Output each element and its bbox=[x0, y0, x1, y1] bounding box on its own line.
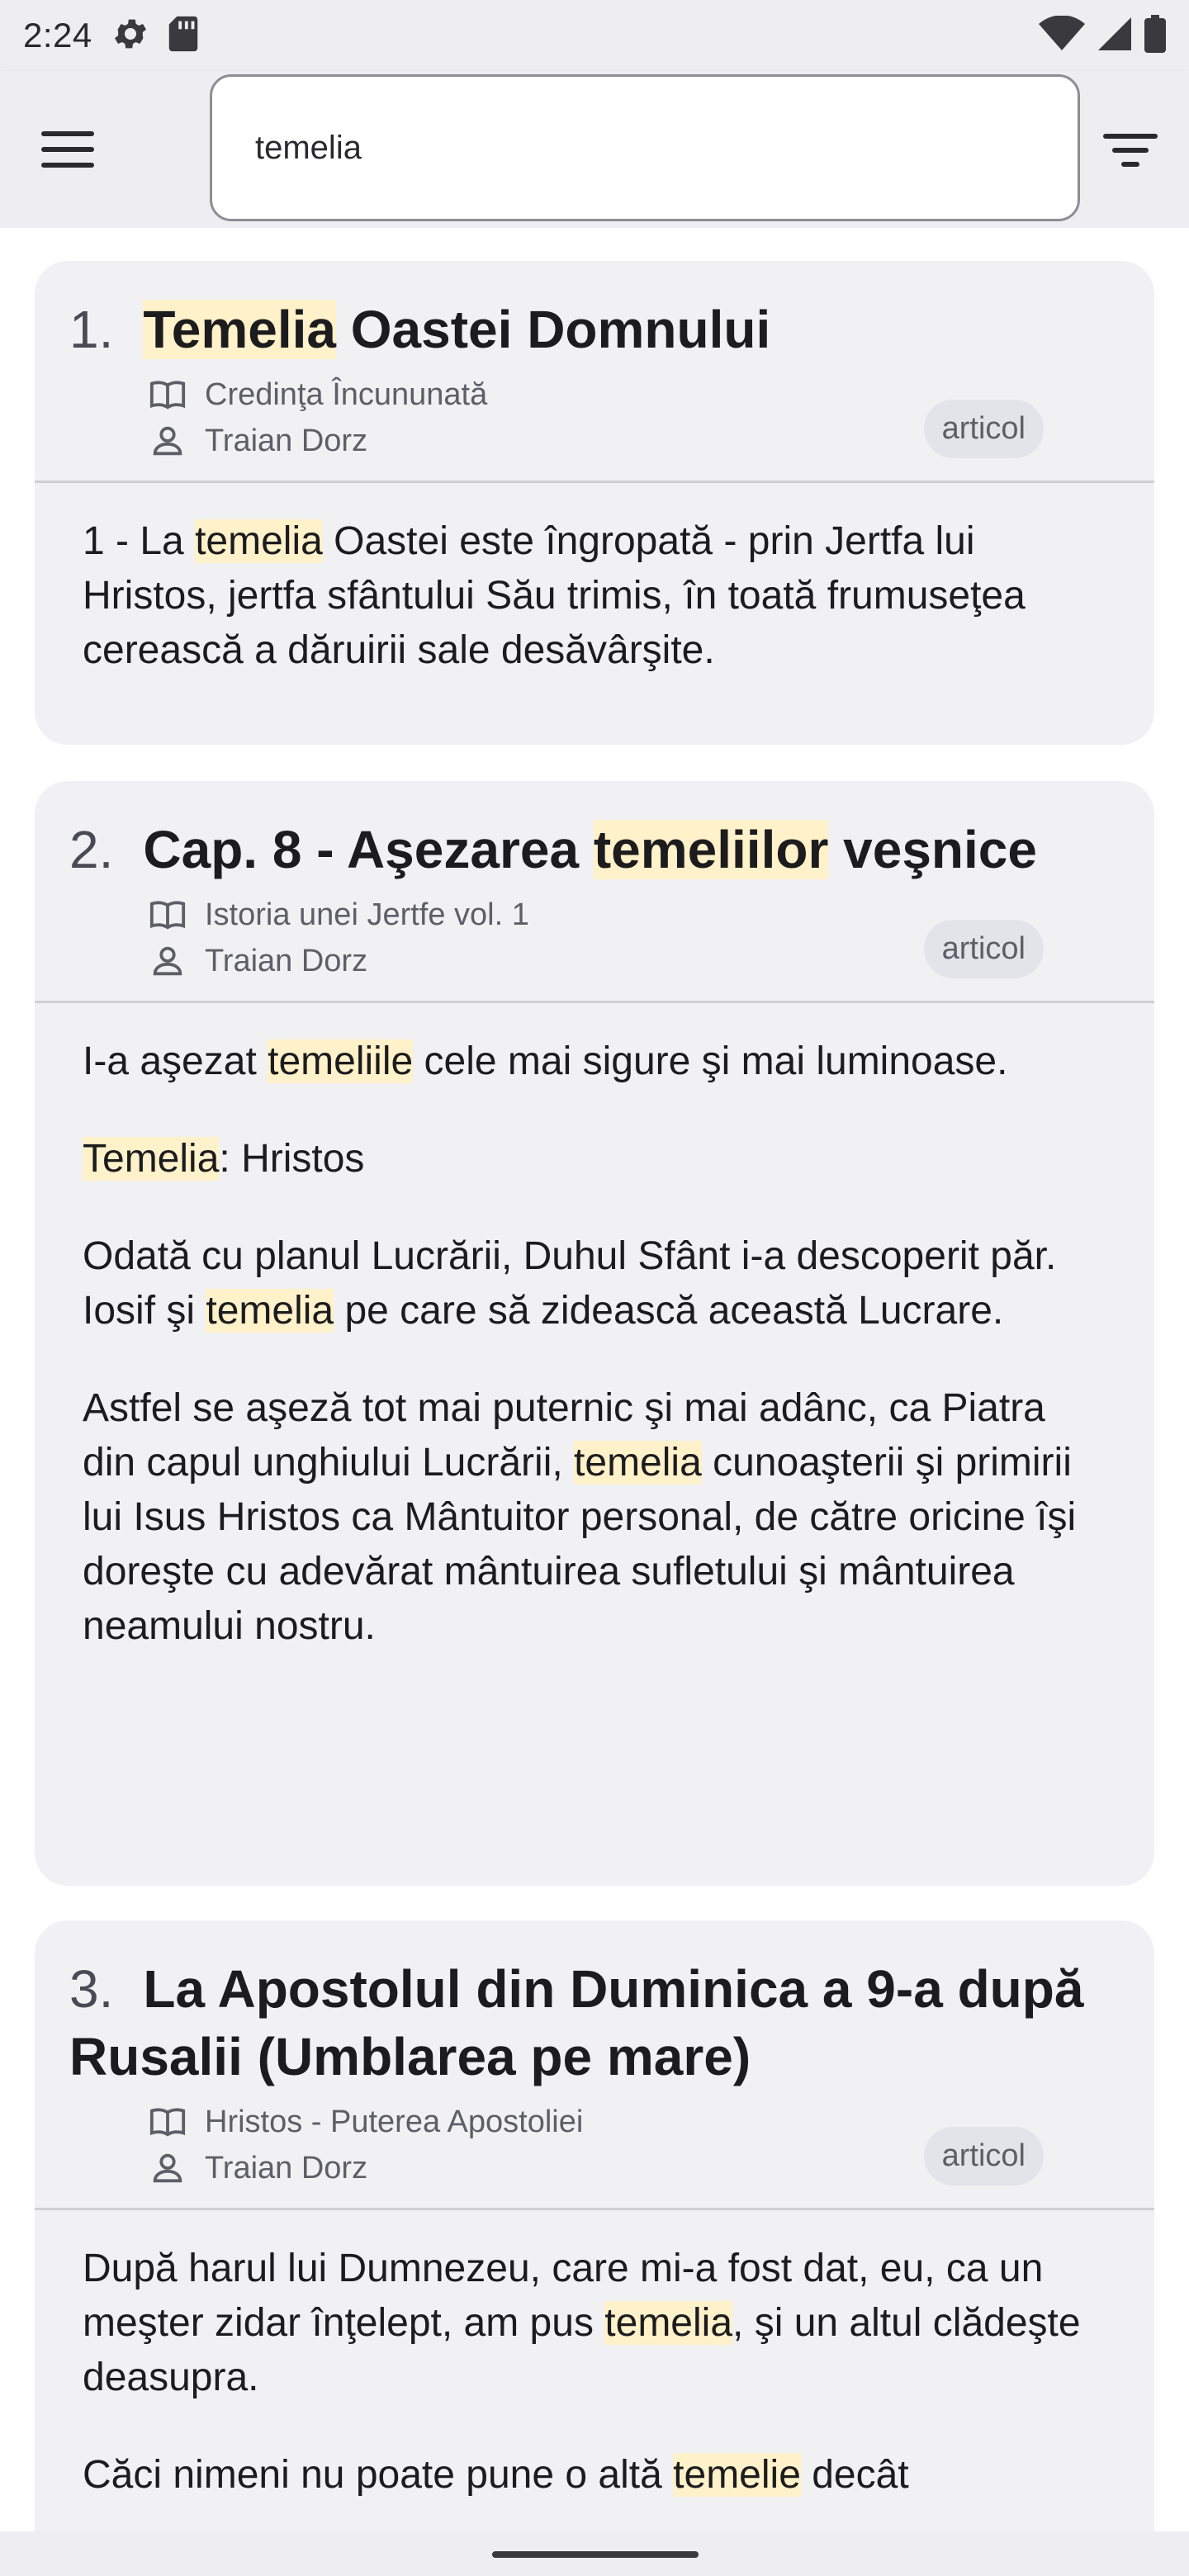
author-name: Traian Dorz bbox=[205, 423, 368, 458]
title-text: La Apostolul din Duminica a 9-a după Rus… bbox=[69, 1959, 1084, 2086]
result-header: 1. Temelia Oastei Domnului Credinţa Încun… bbox=[35, 261, 1154, 481]
search-field[interactable] bbox=[210, 74, 1080, 221]
search-input[interactable] bbox=[255, 129, 1012, 167]
status-bar: 2:24 bbox=[0, 0, 1189, 71]
type-badge: articol bbox=[923, 920, 1044, 978]
title-text: Cap. 8 - Aşezarea bbox=[143, 820, 594, 879]
result-number: 2. bbox=[69, 820, 114, 879]
person-icon bbox=[153, 2153, 182, 2183]
wifi-icon bbox=[1039, 14, 1085, 56]
cell-signal-icon bbox=[1097, 16, 1133, 56]
person-icon bbox=[153, 426, 182, 456]
result-header: 2. Cap. 8 - Aşezarea temeliilor veşnice I… bbox=[35, 781, 1154, 1001]
battery-icon bbox=[1144, 14, 1166, 57]
result-body: 1 - La temelia Oastei este îngropată - p… bbox=[35, 483, 1154, 719]
result-title[interactable]: 2. Cap. 8 - Aşezarea temeliilor veşnice bbox=[69, 816, 1121, 883]
result-number: 1. bbox=[69, 300, 114, 359]
filter-icon[interactable] bbox=[1101, 125, 1159, 175]
results-list[interactable]: 1. Temelia Oastei Domnului Credinţa Încun… bbox=[0, 228, 1189, 2531]
type-badge: articol bbox=[923, 2127, 1044, 2185]
result-title[interactable]: 1. Temelia Oastei Domnului bbox=[69, 296, 1121, 363]
result-paragraph: După harul lui Dumnezeu, care mi-a fost … bbox=[83, 2247, 1081, 2399]
type-badge: articol bbox=[923, 400, 1044, 458]
sd-card-icon bbox=[167, 15, 200, 57]
title-text: veşnice bbox=[828, 820, 1037, 879]
result-body: I-a aşezat temeliile cele mai sigure şi … bbox=[35, 1003, 1154, 1695]
app-bar bbox=[0, 71, 1189, 228]
gesture-handle[interactable] bbox=[492, 2551, 699, 2558]
text-highlight: temelie bbox=[673, 2453, 801, 2497]
book-title: Credinţa Încununată bbox=[205, 376, 488, 412]
result-paragraph: Odată cu planul Lucrării, Duhul Sfânt i-… bbox=[83, 1234, 1057, 1333]
text-highlight: temeliile bbox=[268, 1039, 414, 1083]
text-highlight: temelia bbox=[604, 2301, 733, 2345]
result-paragraph: Astfel se aşeză tot mai puternic şi mai … bbox=[83, 1386, 1077, 1648]
book-icon bbox=[149, 2108, 186, 2137]
text-highlight: temelia bbox=[574, 1441, 702, 1485]
title-highlight: Temelia bbox=[143, 300, 336, 359]
text-highlight: temelia bbox=[206, 1289, 334, 1333]
hamburger-menu-icon[interactable] bbox=[36, 119, 102, 180]
book-icon bbox=[149, 901, 186, 930]
result-card[interactable]: 1. Temelia Oastei Domnului Credinţa Încun… bbox=[35, 261, 1154, 745]
text-highlight: temelia bbox=[195, 519, 323, 563]
result-title[interactable]: 3. La Apostolul din Duminica a 9-a după R… bbox=[69, 1955, 1121, 2091]
book-icon bbox=[149, 381, 186, 410]
result-paragraph: 1 - La temelia Oastei este îngropată - p… bbox=[83, 519, 1026, 672]
result-paragraph: I-a aşezat temeliile cele mai sigure şi … bbox=[83, 1039, 1008, 1083]
book-title: Istoria unei Jertfe vol. 1 bbox=[205, 897, 529, 932]
author-name: Traian Dorz bbox=[205, 943, 368, 978]
result-number: 3. bbox=[69, 1959, 114, 2019]
status-time: 2:24 bbox=[23, 16, 92, 54]
result-card[interactable]: 3. La Apostolul din Duminica a 9-a după R… bbox=[35, 1920, 1154, 2531]
result-paragraph: Căci nimeni nu poate pune o altă temelie… bbox=[83, 2453, 909, 2497]
result-header: 3. La Apostolul din Duminica a 9-a după R… bbox=[35, 1920, 1154, 2208]
result-card[interactable]: 2. Cap. 8 - Aşezarea temeliilor veşnice I… bbox=[35, 781, 1154, 1886]
text-highlight: Temelia bbox=[83, 1137, 220, 1181]
title-text: Oastei Domnului bbox=[335, 300, 771, 359]
book-title: Hristos - Puterea Apostoliei bbox=[205, 2104, 584, 2139]
person-icon bbox=[153, 946, 182, 976]
result-body: După harul lui Dumnezeu, care mi-a fost … bbox=[35, 2210, 1154, 2531]
result-paragraph: Temelia: Hristos bbox=[83, 1137, 365, 1181]
title-highlight: temeliilor bbox=[593, 820, 829, 879]
navigation-bar bbox=[0, 2531, 1189, 2576]
settings-gear-icon bbox=[111, 14, 150, 58]
author-name: Traian Dorz bbox=[205, 2150, 368, 2185]
